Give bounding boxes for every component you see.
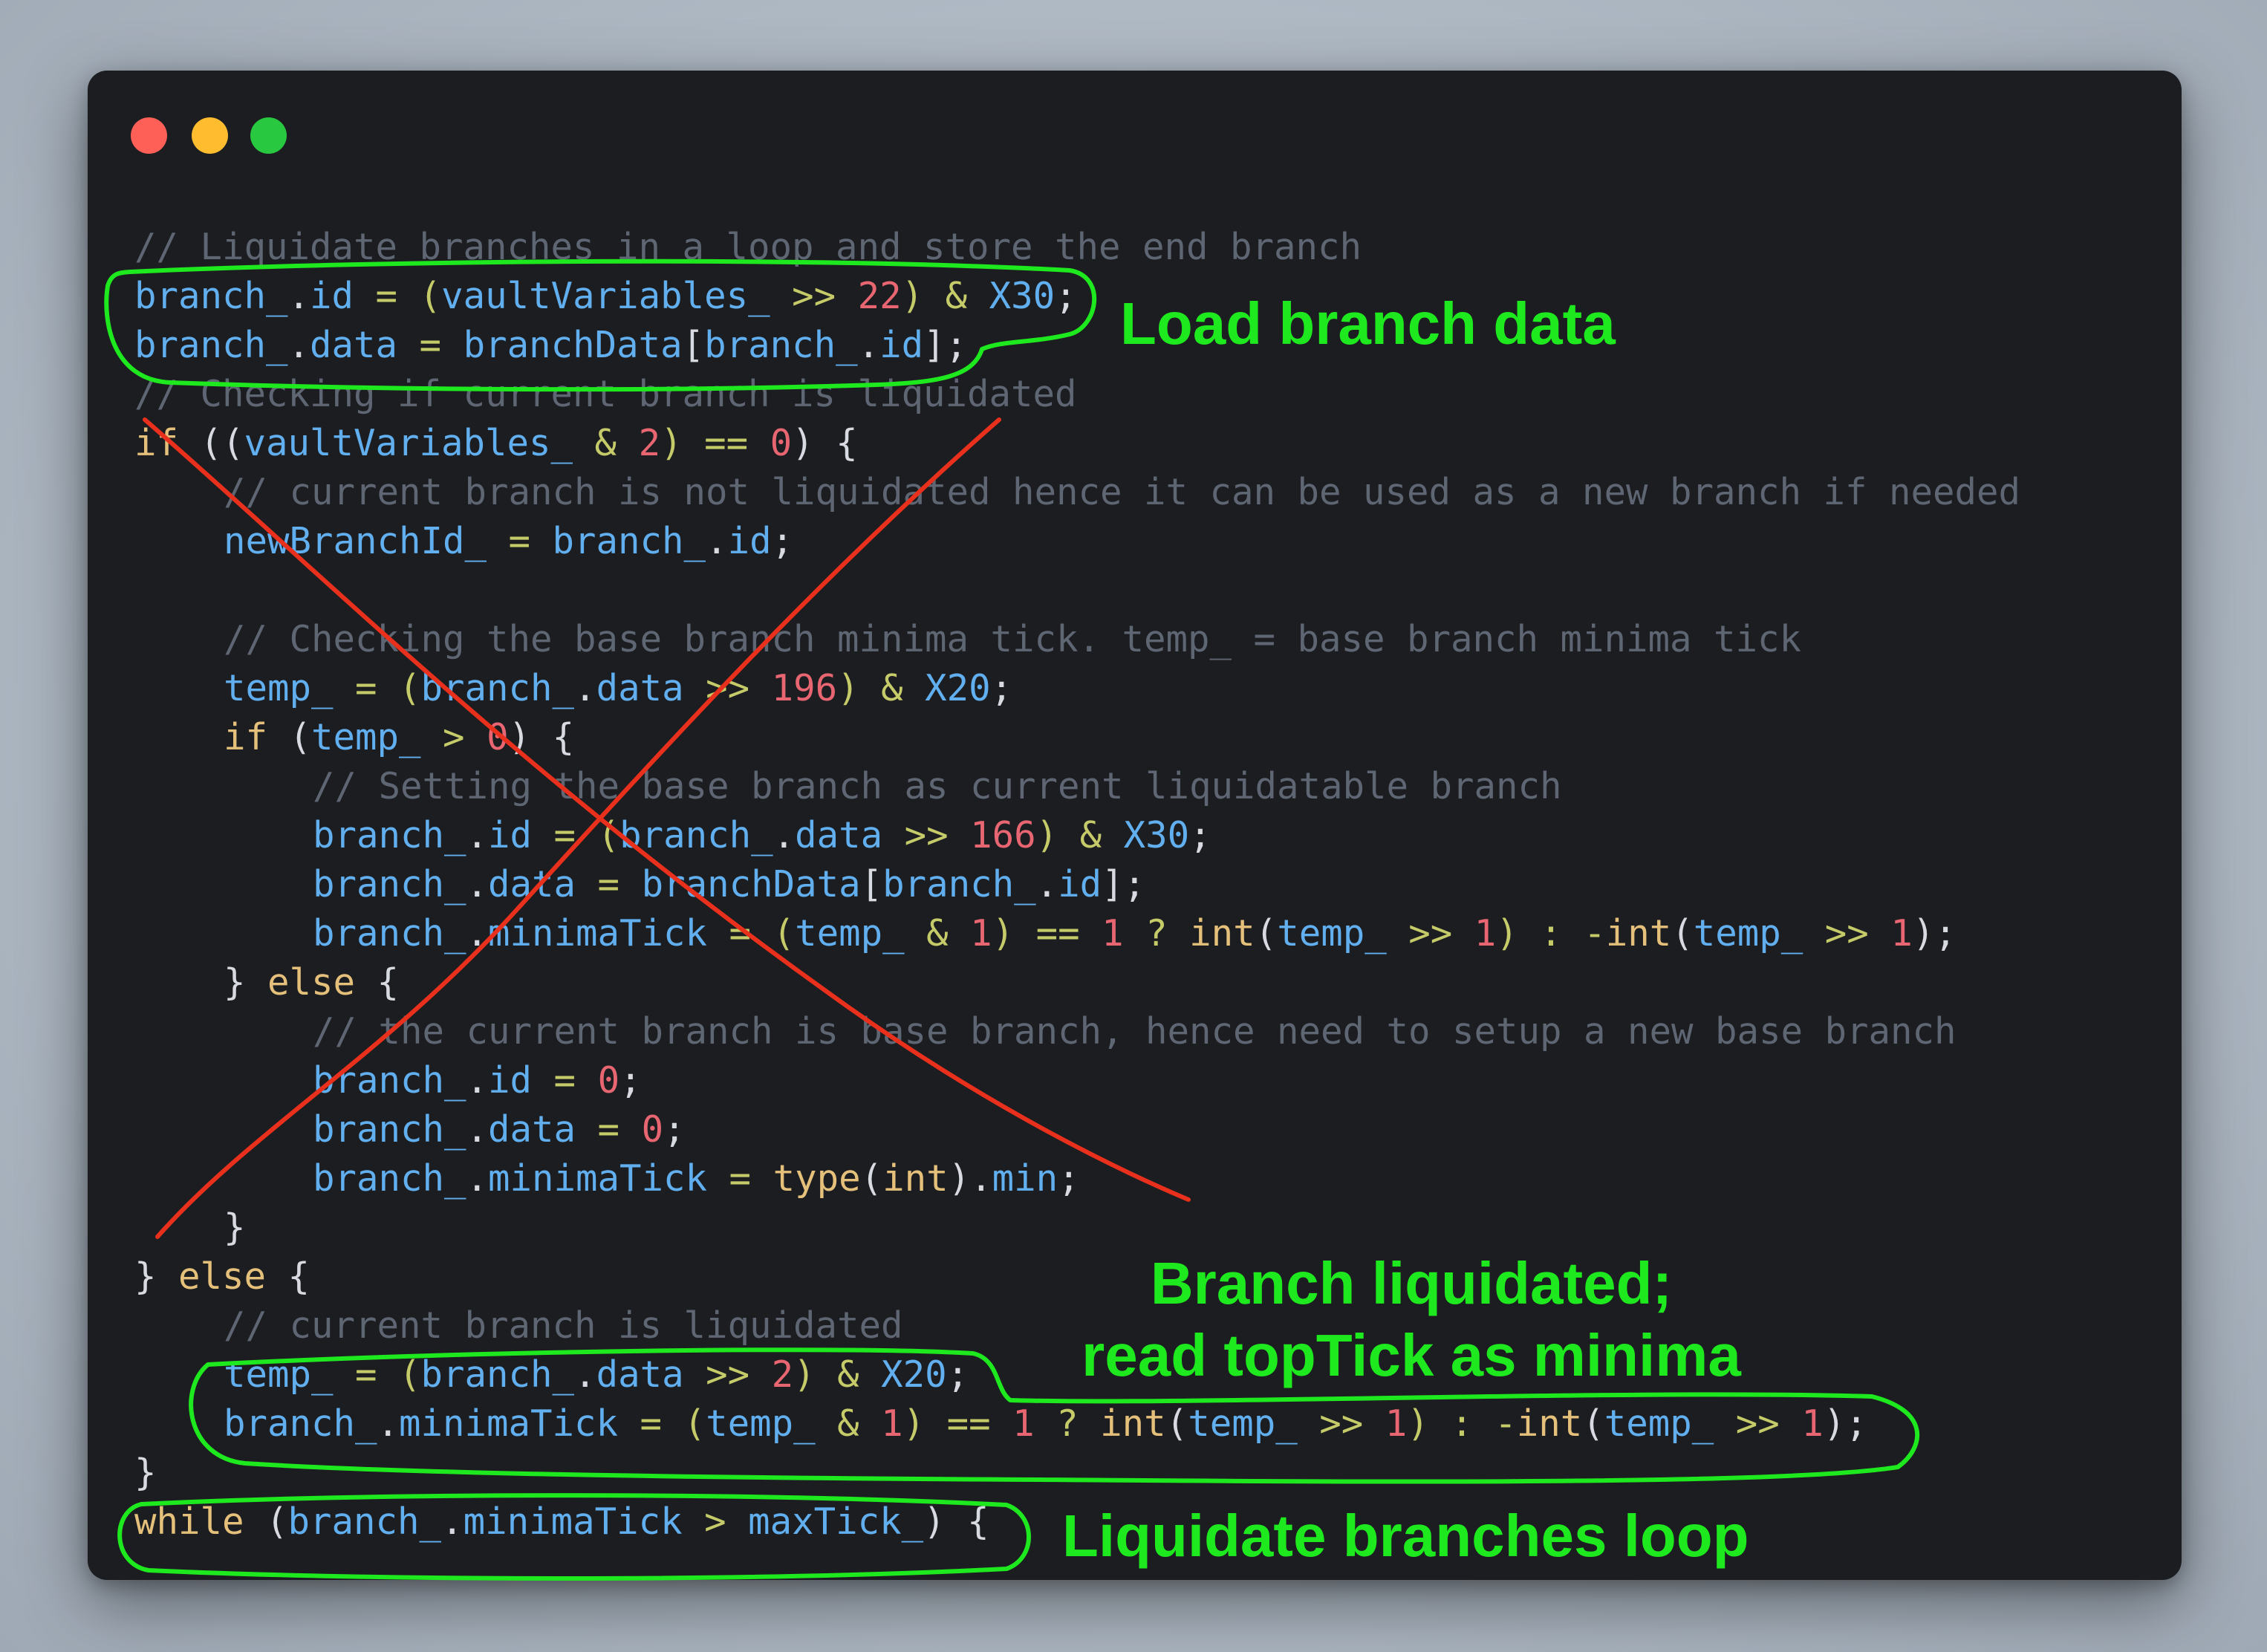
code-line-22: // current branch is liquidated — [224, 1304, 903, 1347]
code-line-24: branch_.minimaTick = (temp_ & 1) == 1 ? … — [224, 1402, 1867, 1445]
minimize-button[interactable] — [192, 117, 228, 154]
code-line-17: branch_.id = 0; — [313, 1059, 642, 1102]
code-line-9: temp_ = (branch_.data >> 196) & X20; — [224, 667, 1013, 709]
code-line-12: branch_.id = (branch_.data >> 166) & X30… — [313, 814, 1211, 856]
zoom-button[interactable] — [250, 117, 287, 154]
code-line-20: } — [224, 1206, 246, 1249]
code-line-4: // Checking if current branch is liquida… — [134, 373, 1077, 415]
code-line-6: // current branch is not liquidated henc… — [224, 471, 2021, 513]
annotation-branch-liquidated-line1: Branch liquidated; — [1150, 1250, 1673, 1316]
code-line-11: // Setting the base branch as current li… — [313, 765, 1562, 807]
code-line-18: branch_.data = 0; — [313, 1108, 686, 1151]
code-line-1: // Liquidate branches in a loop and stor… — [134, 226, 1362, 268]
code-line-13: branch_.data = branchData[branch_.id]; — [313, 863, 1146, 905]
code-line-10: if (temp_ > 0) { — [224, 716, 575, 758]
code-line-14: branch_.minimaTick = (temp_ & 1) == 1 ? … — [313, 912, 1957, 955]
code-line-2: branch_.id = (vaultVariables_ >> 22) & X… — [134, 275, 1077, 317]
annotation-load-branch-data: Load branch data — [1120, 290, 1616, 357]
annotation-branch-liquidated-line2: read topTick as minima — [1082, 1322, 1741, 1388]
code-line-23: temp_ = (branch_.data >> 2) & X20; — [224, 1353, 969, 1396]
annotation-liquidate-loop: Liquidate branches loop — [1062, 1503, 1749, 1569]
code-line-5: if ((vaultVariables_ & 2) == 0) { — [134, 422, 858, 464]
code-line-26: while (branch_.minimaTick > maxTick_) { — [134, 1500, 989, 1543]
close-button[interactable] — [131, 117, 167, 154]
code-line-15: } else { — [224, 961, 400, 1004]
code-line-7: newBranchId_ = branch_.id; — [224, 520, 794, 562]
code-line-8: // Checking the base branch minima tick.… — [224, 618, 1802, 660]
code-line-3: branch_.data = branchData[branch_.id]; — [134, 324, 968, 366]
code-line-19: branch_.minimaTick = type(int).min; — [313, 1157, 1080, 1200]
code-line-21: } else { — [134, 1255, 310, 1298]
code-line-25: } — [134, 1451, 157, 1494]
code-line-16: // the current branch is base branch, he… — [313, 1010, 1957, 1053]
